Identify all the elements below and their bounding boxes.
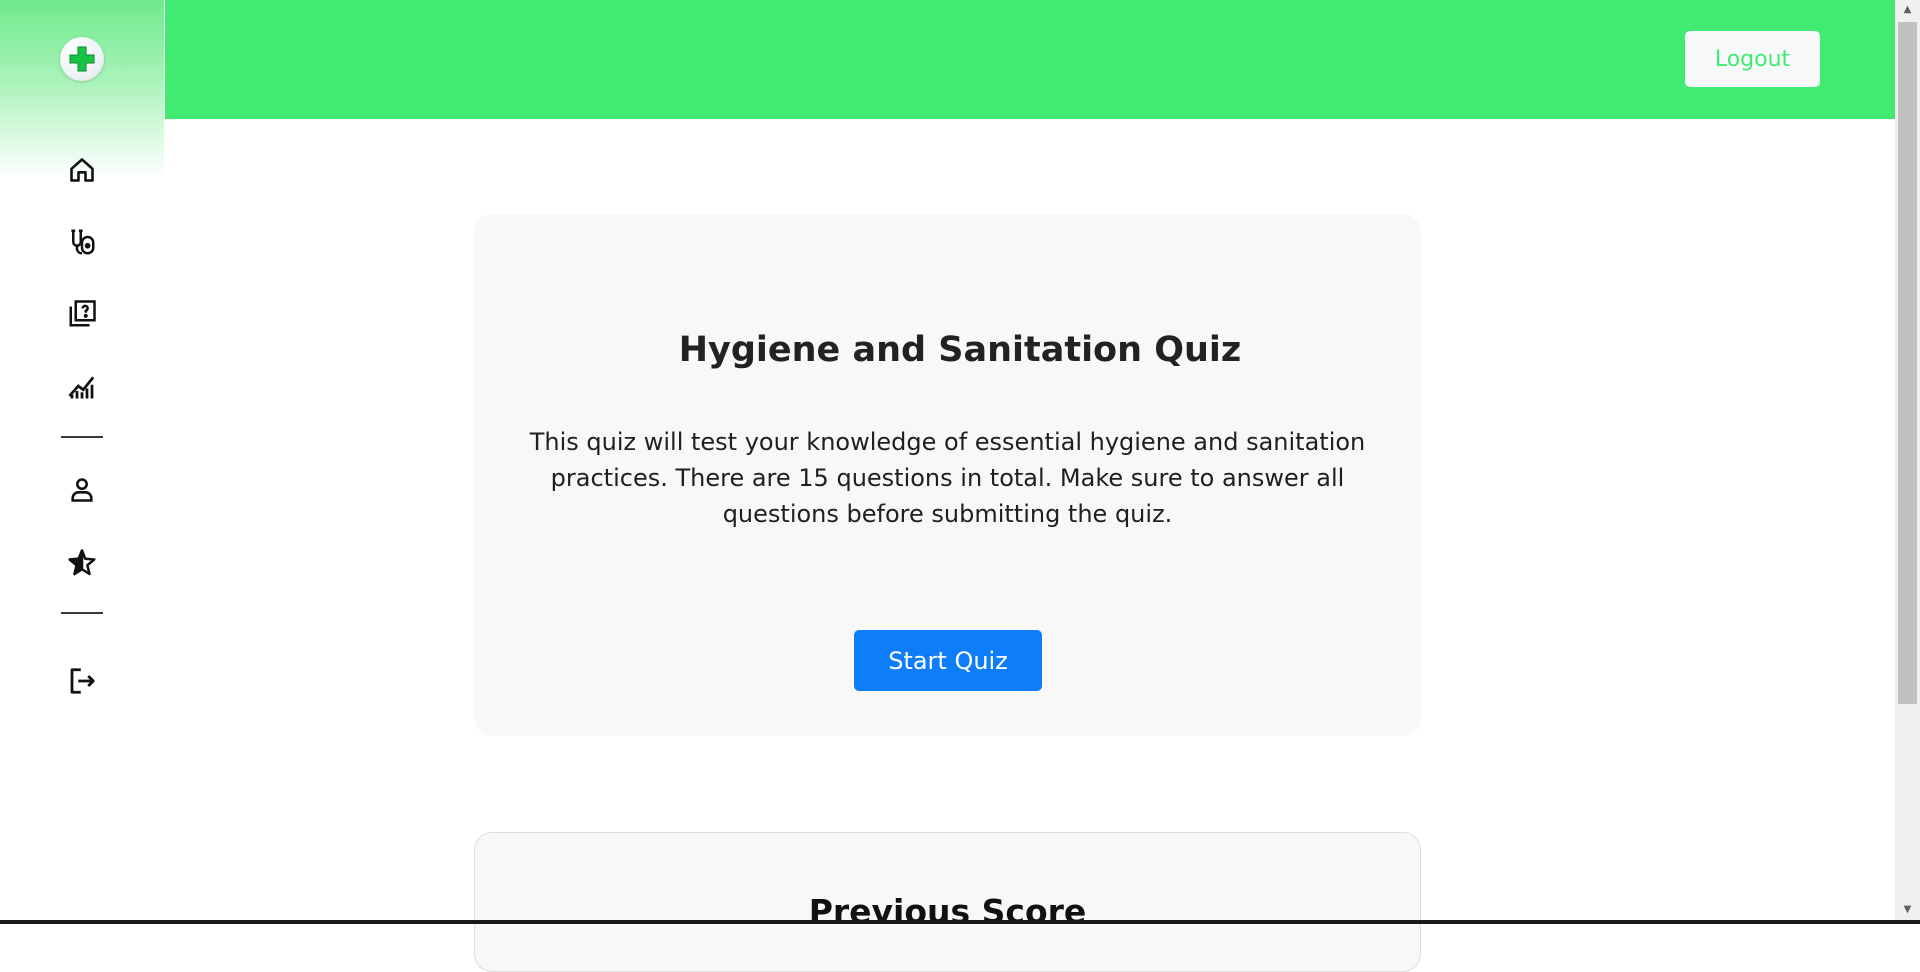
sidebar-item-health[interactable] <box>62 222 102 262</box>
sidebar-item-progress[interactable] <box>62 366 102 406</box>
scroll-down-icon[interactable]: ▼ <box>1895 900 1920 920</box>
profile-icon <box>71 478 93 502</box>
window-bottom-edge <box>0 920 1920 924</box>
sidebar-item-home[interactable] <box>62 150 102 190</box>
home-icon <box>70 158 94 182</box>
quiz-description: This quiz will test your knowledge of es… <box>529 428 1366 528</box>
top-bar <box>165 0 1895 119</box>
logout-icon <box>70 668 95 694</box>
sidebar-item-favorites[interactable] <box>62 543 102 583</box>
start-quiz-button[interactable]: Start Quiz <box>854 630 1042 691</box>
previous-score-title: Previous Score <box>808 892 1087 931</box>
scrollbar-thumb[interactable] <box>1898 22 1917 704</box>
green-cross-icon <box>69 46 95 72</box>
sidebar-item-profile[interactable] <box>62 470 102 510</box>
quiz-title: Hygiene and Sanitation Quiz <box>678 330 1242 370</box>
quiz-icon <box>69 300 96 327</box>
sidebar-divider <box>61 436 103 438</box>
sidebar <box>0 0 164 924</box>
chart-icon <box>68 376 95 399</box>
logout-button[interactable]: Logout <box>1685 31 1820 87</box>
star-icon <box>68 549 96 576</box>
sidebar-item-quiz[interactable] <box>62 294 102 334</box>
stethoscope-icon <box>71 229 95 255</box>
scroll-up-icon[interactable]: ▲ <box>1895 0 1920 20</box>
sidebar-item-logout[interactable] <box>62 661 102 701</box>
sidebar-divider <box>61 612 103 614</box>
logo[interactable] <box>60 37 104 81</box>
